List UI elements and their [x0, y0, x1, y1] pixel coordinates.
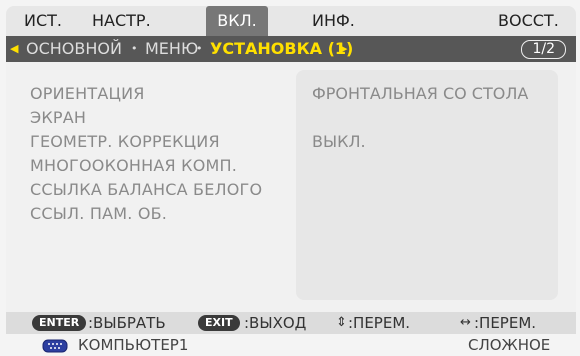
- tab-setup[interactable]: ВКЛ.: [206, 6, 268, 36]
- scroll-right-arrow-icon[interactable]: ▶: [339, 36, 347, 62]
- scroll-left-arrow-icon[interactable]: ◀: [10, 36, 18, 62]
- updown-hint: :ПЕРЕМ.: [348, 314, 411, 332]
- menu-item-multi-screen[interactable]: МНОГООКОННАЯ КОМП.: [30, 156, 237, 175]
- projector-osd-menu: ИСТ. НАСТР. ВКЛ. ИНФ. ВОССТ. ◀ ОСНОВНОЙ …: [0, 0, 580, 356]
- tab-adjust[interactable]: НАСТР.: [92, 6, 151, 36]
- exit-key-icon: EXIT: [198, 315, 240, 331]
- enter-key-icon: ENTER: [32, 315, 87, 331]
- menu-item-lens-memory-ref[interactable]: ССЫЛ. ПАМ. ОБ.: [30, 204, 167, 223]
- menu-item-screen[interactable]: ЭКРАН: [30, 108, 86, 127]
- breadcrumb-bar: ◀ ОСНОВНОЙ • МЕНЮ • УСТАНОВКА (1) ▶ 1/2: [6, 36, 576, 62]
- exit-hint: :ВЫХОД: [244, 314, 307, 332]
- page-indicator: 1/2: [521, 40, 566, 59]
- breadcrumb-setup-current[interactable]: УСТАНОВКА (1): [210, 36, 353, 62]
- leftright-arrow-icon: ↔: [460, 315, 471, 330]
- tab-source[interactable]: ИСТ.: [24, 6, 62, 36]
- tab-info[interactable]: ИНФ.: [312, 6, 355, 36]
- updown-arrow-icon: ⇕: [336, 315, 347, 330]
- value-panel: ФРОНТАЛЬНАЯ СО СТОЛА ВЫКЛ.: [296, 70, 558, 300]
- menu-item-white-balance-ref[interactable]: ССЫЛКА БАЛАНСА БЕЛОГО: [30, 180, 262, 199]
- breadcrumb-menu[interactable]: МЕНЮ: [145, 36, 198, 62]
- leftright-hint: :ПЕРЕМ.: [474, 314, 537, 332]
- menu-panel: ОРИЕНТАЦИЯ ЭКРАН ГЕОМЕТР. КОРРЕКЦИЯ МНОГ…: [6, 62, 576, 312]
- menu-item-orientation[interactable]: ОРИЕНТАЦИЯ: [30, 84, 145, 103]
- breadcrumb-separator: •: [131, 42, 138, 55]
- breadcrumb-basic[interactable]: ОСНОВНОЙ: [26, 36, 122, 62]
- menu-mode-label: СЛОЖНОЕ: [468, 336, 551, 354]
- orientation-value: ФРОНТАЛЬНАЯ СО СТОЛА: [312, 84, 529, 103]
- enter-hint: :ВЫБРАТЬ: [88, 314, 166, 332]
- menu-item-geometric-correction[interactable]: ГЕОМЕТР. КОРРЕКЦИЯ: [30, 132, 220, 151]
- menu-tab-bar: ИСТ. НАСТР. ВКЛ. ИНФ. ВОССТ.: [6, 6, 576, 36]
- geometric-correction-value: ВЫКЛ.: [312, 132, 366, 151]
- breadcrumb-separator: •: [196, 42, 203, 55]
- computer-input-icon: [42, 338, 68, 353]
- help-bar: ENTER :ВЫБРАТЬ EXIT :ВЫХОД ⇕ :ПЕРЕМ. ↔ :…: [6, 312, 576, 334]
- tab-reset[interactable]: ВОССТ.: [498, 6, 559, 36]
- status-bar: КОМПЬЮТЕР1 СЛОЖНОЕ: [6, 334, 576, 356]
- current-input-label: КОМПЬЮТЕР1: [78, 336, 189, 354]
